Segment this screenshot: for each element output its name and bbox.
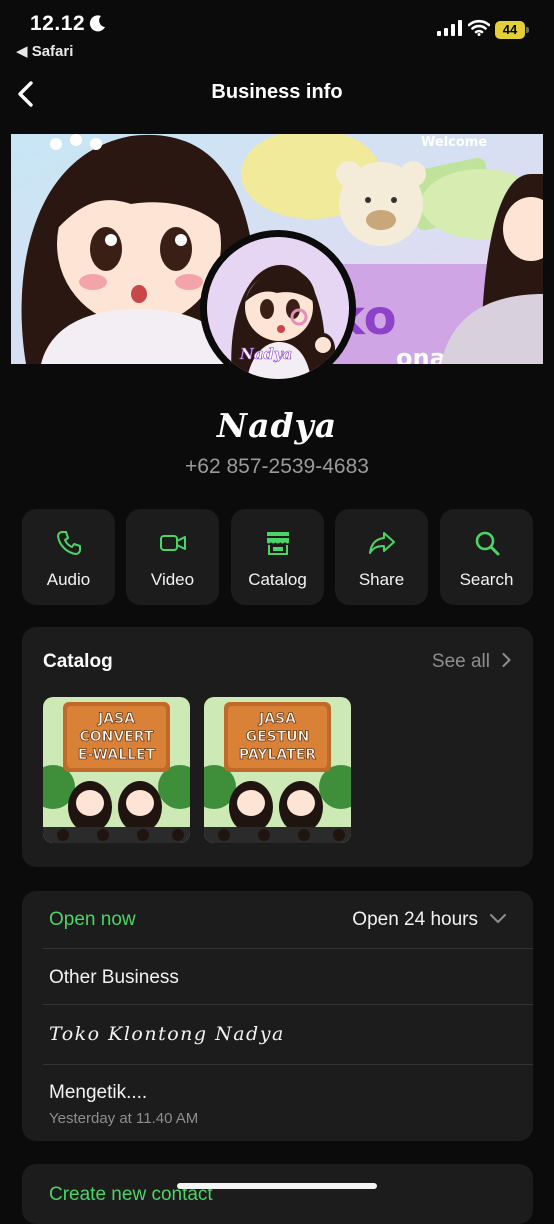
catalog-item-gestun-paylater[interactable]: JASA GESTUN PAYLATER xyxy=(204,697,351,843)
see-all-link[interactable]: See all xyxy=(432,651,511,673)
back-to-safari-link[interactable]: ◀ Safari xyxy=(16,42,73,60)
business-category: Other Business xyxy=(49,967,179,988)
about-timestamp: Yesterday at 11.40 AM xyxy=(49,1110,199,1127)
avatar[interactable]: Nadya xyxy=(207,237,349,379)
catalog-label: Catalog xyxy=(248,570,307,589)
search-label: Search xyxy=(459,570,514,589)
share-arrow-icon xyxy=(369,532,395,554)
catalog-heading: Catalog xyxy=(43,651,113,672)
catalog-item-convert-ewallet[interactable]: JASA CONVERT E-WALLET xyxy=(43,697,190,843)
catalog-section: Catalog See all JASA CONVERT E-WALLET JA… xyxy=(22,627,533,867)
search-icon xyxy=(475,531,500,556)
battery-level: 44 xyxy=(495,21,525,39)
profile-phone[interactable]: +62 857-2539-4683 xyxy=(0,455,554,479)
moon-icon xyxy=(89,15,105,32)
search-button[interactable]: Search xyxy=(440,509,533,605)
see-all-label: See all xyxy=(431,651,490,672)
status-bar: 12.12 ◀ Safari 44 xyxy=(0,0,554,62)
nav-header: Business info xyxy=(0,66,554,122)
catalog-item-2-line1: JASA xyxy=(258,711,296,727)
video-icon xyxy=(160,535,186,551)
share-button[interactable]: Share xyxy=(335,509,428,605)
business-details: Open now Open 24 hours Other Business To… xyxy=(22,891,533,1141)
catalog-item-2-line2: GESTUN xyxy=(246,729,310,745)
wifi-icon xyxy=(468,19,490,36)
phone-icon xyxy=(57,531,81,555)
share-label: Share xyxy=(358,570,405,589)
video-call-button[interactable]: Video xyxy=(126,509,219,605)
battery-icon: 44 xyxy=(495,21,529,39)
catalog-item-2-line3: PAYLATER xyxy=(239,747,316,763)
home-indicator xyxy=(177,1183,377,1189)
status-time: 12.12 xyxy=(30,12,86,35)
page-title: Business info xyxy=(211,81,343,103)
action-buttons: Audio Video Catalog Share Search xyxy=(22,509,533,605)
cellular-signal-icon xyxy=(437,20,462,36)
business-description: Toko Klontong Nadya xyxy=(49,1023,285,1045)
catalog-item-1-line1: JASA xyxy=(97,711,135,727)
cover-welcome-text: Welcome xyxy=(421,135,487,150)
business-hours[interactable]: Open 24 hours xyxy=(352,909,478,931)
divider xyxy=(43,948,533,949)
audio-call-button[interactable]: Audio xyxy=(22,509,115,605)
catalog-button[interactable]: Catalog xyxy=(231,509,324,605)
create-contact-row[interactable]: Create new contact xyxy=(22,1164,533,1224)
about-status: Mengetik.... xyxy=(49,1082,148,1103)
divider xyxy=(43,1064,533,1065)
avatar-label: Nadya xyxy=(239,345,292,363)
catalog-item-1-line2: CONVERT xyxy=(80,729,154,745)
chevron-right-icon xyxy=(502,653,511,667)
chevron-down-icon[interactable] xyxy=(489,912,507,926)
divider xyxy=(43,1004,533,1005)
audio-label: Audio xyxy=(46,570,91,589)
open-status: Open now xyxy=(49,909,136,930)
storefront-icon xyxy=(267,532,289,555)
catalog-item-1-line3: E-WALLET xyxy=(78,747,156,763)
profile-name: Nadya xyxy=(216,406,338,445)
video-label: Video xyxy=(150,570,195,589)
